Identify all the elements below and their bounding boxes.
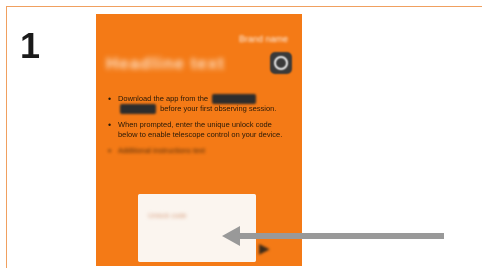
- bullet-enter-code: When prompted, enter the unique unlock c…: [108, 120, 292, 140]
- bullet-download-app: Download the app from the before your fi…: [108, 94, 292, 115]
- step-number: 1: [20, 25, 41, 66]
- bullet-additional-info: Additional instructions text: [108, 146, 292, 156]
- brand-text: Brand name: [238, 34, 288, 44]
- bullet-text-start: Download the app from the: [118, 94, 209, 103]
- bullet-list: Download the app from the before your fi…: [108, 94, 292, 162]
- pointer-arrow-icon: [222, 226, 444, 246]
- globe-logo-icon: [270, 52, 292, 74]
- app-store-badge: [212, 94, 257, 105]
- headline-text: Headline text: [106, 54, 225, 73]
- play-store-badge: [120, 104, 156, 115]
- bullet-text-end: before your first observing session.: [160, 104, 277, 114]
- unlock-code-text: Unlock code: [148, 213, 187, 220]
- bullet-text: Additional instructions text: [118, 146, 206, 156]
- bullet-text: When prompted, enter the unique unlock c…: [118, 120, 283, 140]
